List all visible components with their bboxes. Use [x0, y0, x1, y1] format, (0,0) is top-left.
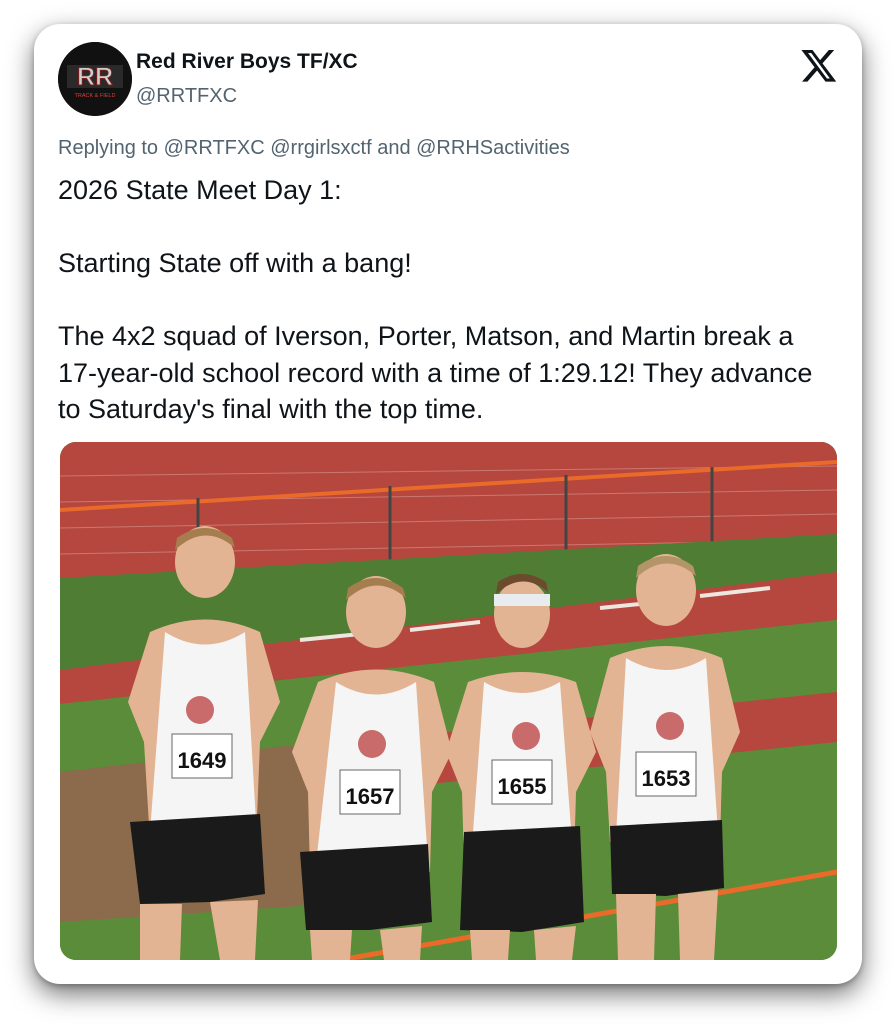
user-handle[interactable]: @RRTFXC — [136, 85, 237, 108]
profile-avatar[interactable]: RR TRACK & FIELD — [58, 42, 132, 116]
tweet-line: The 4x2 squad of Iverson, Porter, Matson… — [58, 321, 813, 424]
bib-number: 1657 — [346, 784, 395, 809]
bib-number: 1653 — [642, 766, 691, 791]
bib-number: 1655 — [498, 774, 547, 799]
tweet-photo[interactable]: 1649 1657 1655 1653 — [60, 442, 837, 960]
tweet-line: 2026 State Meet Day 1: — [58, 175, 342, 205]
tweet-line: Starting State off with a bang! — [58, 248, 412, 278]
bib-number: 1649 — [178, 748, 227, 773]
mention-link[interactable]: @rrgirlsxctf — [270, 137, 371, 159]
display-name[interactable]: Red River Boys TF/XC — [136, 50, 358, 74]
replying-to: Replying to @RRTFXC @rrgirlsxctf and @RR… — [58, 137, 570, 160]
mention-link[interactable]: @RRTFXC — [164, 137, 265, 159]
tweet-text: 2026 State Meet Day 1: Starting State of… — [58, 172, 838, 428]
avatar-logo-icon: RR TRACK & FIELD — [58, 42, 132, 116]
reply-prefix: Replying to — [58, 137, 164, 159]
svg-text:RR: RR — [77, 63, 113, 91]
mention-link[interactable]: @RRHSactivities — [416, 137, 570, 159]
tweet-card: RR TRACK & FIELD Red River Boys TF/XC @R… — [34, 24, 862, 984]
svg-text:TRACK & FIELD: TRACK & FIELD — [75, 93, 116, 99]
reply-joiner: and — [371, 137, 417, 159]
x-logo-icon[interactable] — [800, 46, 838, 84]
